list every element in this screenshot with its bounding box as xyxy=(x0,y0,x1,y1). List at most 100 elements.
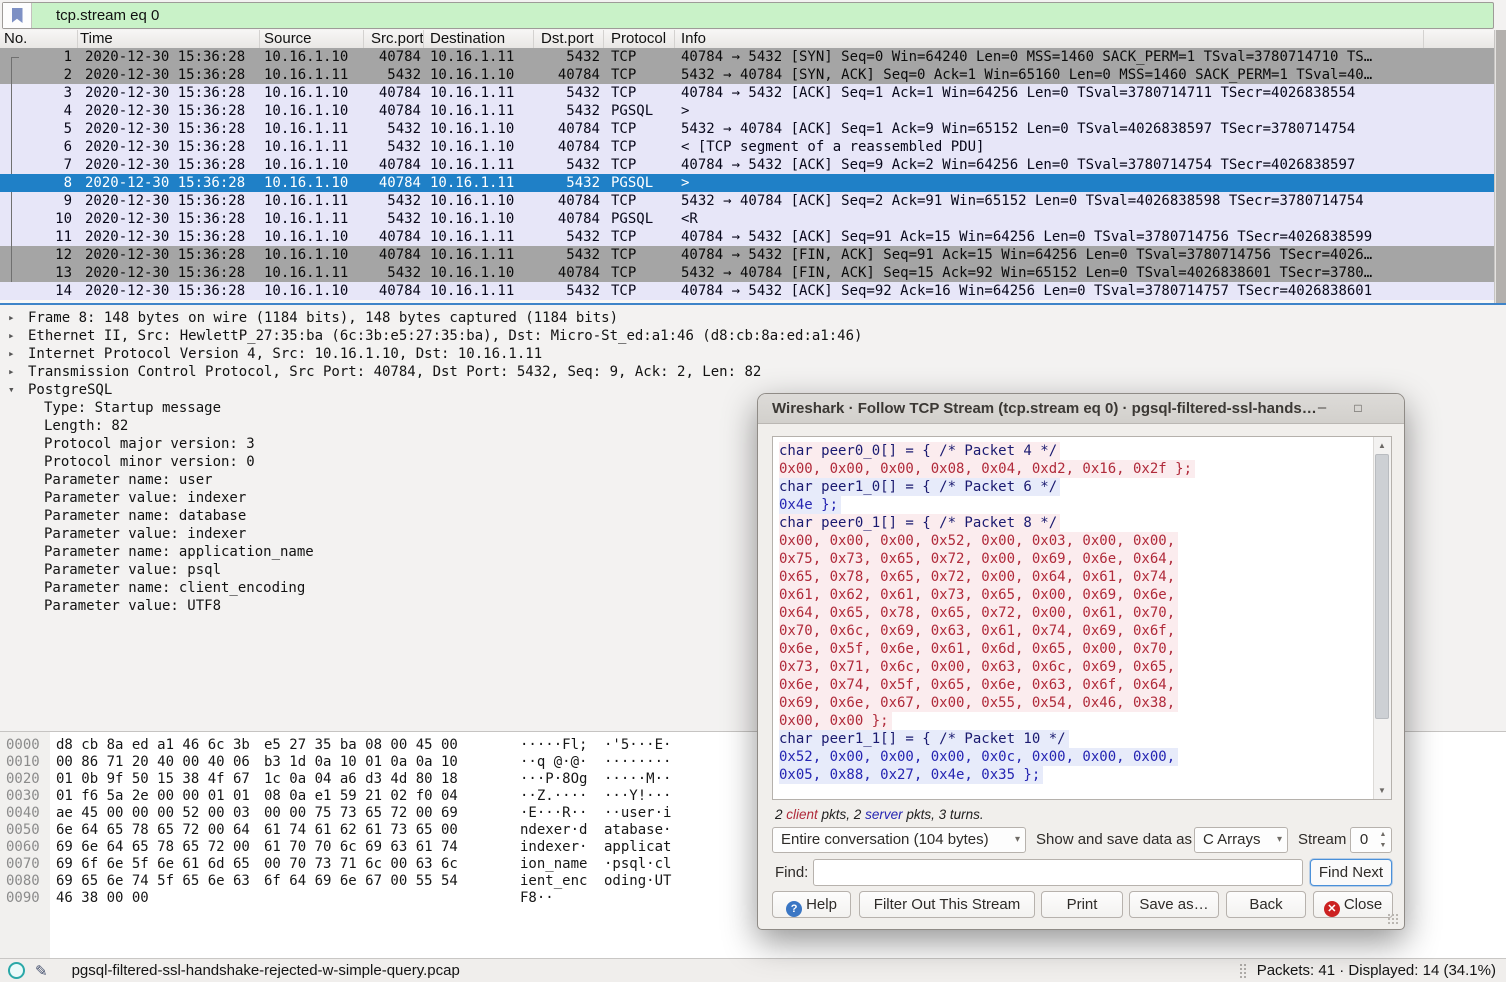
packet-row[interactable]: 42020-12-30 15:36:2810.16.1.104078410.16… xyxy=(0,102,1494,120)
packet-row[interactable]: 142020-12-30 15:36:2810.16.1.104078410.1… xyxy=(0,282,1494,300)
scrollbar-thumb[interactable] xyxy=(1496,30,1506,303)
stats-pre: 2 xyxy=(775,807,786,822)
help-icon: ? xyxy=(786,901,802,917)
packet-cell: 2020-12-30 15:36:28 xyxy=(78,192,260,210)
format-select[interactable]: C Arrays ▾ xyxy=(1194,827,1288,853)
maximize-icon[interactable]: □ xyxy=(1346,394,1370,424)
packet-cell: TCP xyxy=(604,264,675,282)
packet-cell: 40784 → 5432 [SYN] Seq=0 Win=64240 Len=0… xyxy=(675,48,1494,66)
close-button[interactable]: ✕Close xyxy=(1313,891,1393,918)
save-as-button[interactable]: Save as… xyxy=(1129,891,1219,918)
detail-text: Frame 8: 148 bytes on wire (1184 bits), … xyxy=(28,309,618,327)
packet-row[interactable]: 32020-12-30 15:36:2810.16.1.104078410.16… xyxy=(0,84,1494,102)
packet-row[interactable]: 102020-12-30 15:36:2810.16.1.11543210.16… xyxy=(0,210,1494,228)
packet-row[interactable]: 82020-12-30 15:36:2810.16.1.104078410.16… xyxy=(0,174,1494,192)
dialog-titlebar[interactable]: Wireshark · Follow TCP Stream (tcp.strea… xyxy=(758,394,1404,424)
column-header-time[interactable]: Time xyxy=(78,30,260,48)
scrollbar-thumb[interactable] xyxy=(1375,454,1389,719)
hex-ascii: F8·· xyxy=(520,890,590,907)
packet-row[interactable]: 72020-12-30 15:36:2810.16.1.104078410.16… xyxy=(0,156,1494,174)
expand-arrow-icon[interactable]: ▸ xyxy=(8,363,24,381)
stream-line: 0x75, 0x73, 0x65, 0x72, 0x00, 0x69, 0x6e… xyxy=(779,550,1369,568)
print-button[interactable]: Print xyxy=(1041,891,1123,918)
stream-scrollbar[interactable]: ▲ ▼ xyxy=(1373,437,1391,799)
minimize-icon[interactable]: – xyxy=(1310,394,1334,424)
expand-arrow-icon[interactable]: ▾ xyxy=(8,381,24,399)
detail-line[interactable]: ▸Frame 8: 148 bytes on wire (1184 bits),… xyxy=(0,309,1506,327)
detail-line[interactable]: ▸Internet Protocol Version 4, Src: 10.16… xyxy=(0,345,1506,363)
find-next-button[interactable]: Find Next xyxy=(1310,859,1392,886)
conversation-bracket xyxy=(0,84,24,102)
hex-ascii: ndexer·d xyxy=(520,822,590,839)
packet-cell: 2020-12-30 15:36:28 xyxy=(78,264,260,282)
hex-ascii: ··Z.···· xyxy=(520,788,590,805)
conversation-bracket xyxy=(0,228,24,246)
hex-offset: 0090 xyxy=(0,890,48,907)
packet-row[interactable]: 52020-12-30 15:36:2810.16.1.11543210.16.… xyxy=(0,120,1494,138)
packet-cell: 40784 xyxy=(534,66,604,84)
detail-text: Internet Protocol Version 4, Src: 10.16.… xyxy=(28,345,542,363)
hex-bytes: 69 6e 64 65 78 65 72 00 xyxy=(56,839,250,856)
stream-content[interactable]: char peer0_0[] = { /* Packet 4 */0x00, 0… xyxy=(772,436,1392,800)
column-header-dstport[interactable]: Dst.port xyxy=(534,30,604,48)
conversation-bracket xyxy=(0,246,24,264)
packet-cell: 8 xyxy=(24,174,78,192)
packet-row[interactable]: 92020-12-30 15:36:2810.16.1.11543210.16.… xyxy=(0,192,1494,210)
packet-cell: 5432 xyxy=(534,84,604,102)
stats-client: client xyxy=(786,807,818,822)
packet-cell: 3 xyxy=(24,84,78,102)
packet-row[interactable]: 12020-12-30 15:36:2810.16.1.104078410.16… xyxy=(0,48,1494,66)
column-header-source[interactable]: Source xyxy=(260,30,364,48)
column-header-destination[interactable]: Destination xyxy=(424,30,534,48)
hex-ascii: ·····M·· xyxy=(604,771,671,788)
stream-label: Stream xyxy=(1298,827,1346,853)
packet-cell: <R xyxy=(675,210,1494,228)
back-button[interactable]: Back xyxy=(1226,891,1306,918)
detail-text: Parameter name: user xyxy=(44,471,213,489)
stream-line: char peer0_0[] = { /* Packet 4 */ xyxy=(779,442,1369,460)
filter-out-stream-button[interactable]: Filter Out This Stream xyxy=(859,891,1035,918)
server-data: 0x52, 0x00, 0x00, 0x00, 0x0c, 0x00, 0x00… xyxy=(779,748,1178,766)
hex-offset: 0010 xyxy=(0,754,48,771)
column-header-no[interactable]: No. xyxy=(0,30,78,48)
capture-comment-icon[interactable]: ✎ xyxy=(35,962,48,980)
display-filter-field[interactable]: tcp.stream eq 0 xyxy=(2,2,1494,29)
filter-bookmark-button[interactable] xyxy=(3,3,32,28)
column-header-info[interactable]: Info xyxy=(675,30,1424,48)
find-input[interactable] xyxy=(813,859,1303,886)
bookmark-icon xyxy=(12,8,23,23)
client-data: 0x70, 0x6c, 0x69, 0x63, 0x61, 0x74, 0x69… xyxy=(779,622,1178,640)
client-data: 0x73, 0x71, 0x6c, 0x00, 0x63, 0x6c, 0x69… xyxy=(779,658,1178,676)
conversation-bracket xyxy=(0,48,24,66)
hex-bytes: 69 6f 6e 5f 6e 61 6d 65 xyxy=(56,856,250,873)
packet-row[interactable]: 122020-12-30 15:36:2810.16.1.104078410.1… xyxy=(0,246,1494,264)
expand-arrow-icon[interactable]: ▸ xyxy=(8,345,24,363)
packet-row[interactable]: 132020-12-30 15:36:2810.16.1.11543210.16… xyxy=(0,264,1494,282)
packet-row[interactable]: 62020-12-30 15:36:2810.16.1.11543210.16.… xyxy=(0,138,1494,156)
stream-line: char peer1_0[] = { /* Packet 6 */ xyxy=(779,478,1369,496)
conversation-select[interactable]: Entire conversation (104 bytes) ▾ xyxy=(772,827,1026,853)
packet-cell: TCP xyxy=(604,156,675,174)
column-header-srcport[interactable]: Src.port xyxy=(364,30,424,48)
packet-list-scrollbar[interactable] xyxy=(1494,30,1506,303)
detail-line[interactable]: ▸Transmission Control Protocol, Src Port… xyxy=(0,363,1506,381)
packet-row[interactable]: 112020-12-30 15:36:2810.16.1.104078410.1… xyxy=(0,228,1494,246)
packet-cell: 2020-12-30 15:36:28 xyxy=(78,84,260,102)
stream-lines: char peer0_0[] = { /* Packet 4 */0x00, 0… xyxy=(779,442,1369,799)
packet-row[interactable]: 22020-12-30 15:36:2810.16.1.11543210.16.… xyxy=(0,66,1494,84)
expand-arrow-icon[interactable]: ▸ xyxy=(8,327,24,345)
spinner-down-icon[interactable]: ▼ xyxy=(1377,840,1389,851)
scroll-down-icon[interactable]: ▼ xyxy=(1374,783,1390,798)
packet-cell: 10.16.1.10 xyxy=(424,264,534,282)
scroll-up-icon[interactable]: ▲ xyxy=(1374,438,1390,453)
packet-cell: 10.16.1.11 xyxy=(424,48,534,66)
expand-arrow-icon[interactable]: ▸ xyxy=(8,309,24,327)
spinner-up-icon[interactable]: ▲ xyxy=(1377,829,1389,840)
display-filter-input[interactable]: tcp.stream eq 0 xyxy=(32,7,159,24)
detail-line[interactable]: ▸Ethernet II, Src: HewlettP_27:35:ba (6c… xyxy=(0,327,1506,345)
resize-grip[interactable] xyxy=(1387,913,1400,926)
column-header-protocol[interactable]: Protocol xyxy=(604,30,675,48)
stream-number-spinner[interactable]: 0 ▲ ▼ xyxy=(1350,827,1392,853)
help-button[interactable]: ?Help xyxy=(772,891,851,918)
expert-info-icon[interactable] xyxy=(8,962,25,979)
